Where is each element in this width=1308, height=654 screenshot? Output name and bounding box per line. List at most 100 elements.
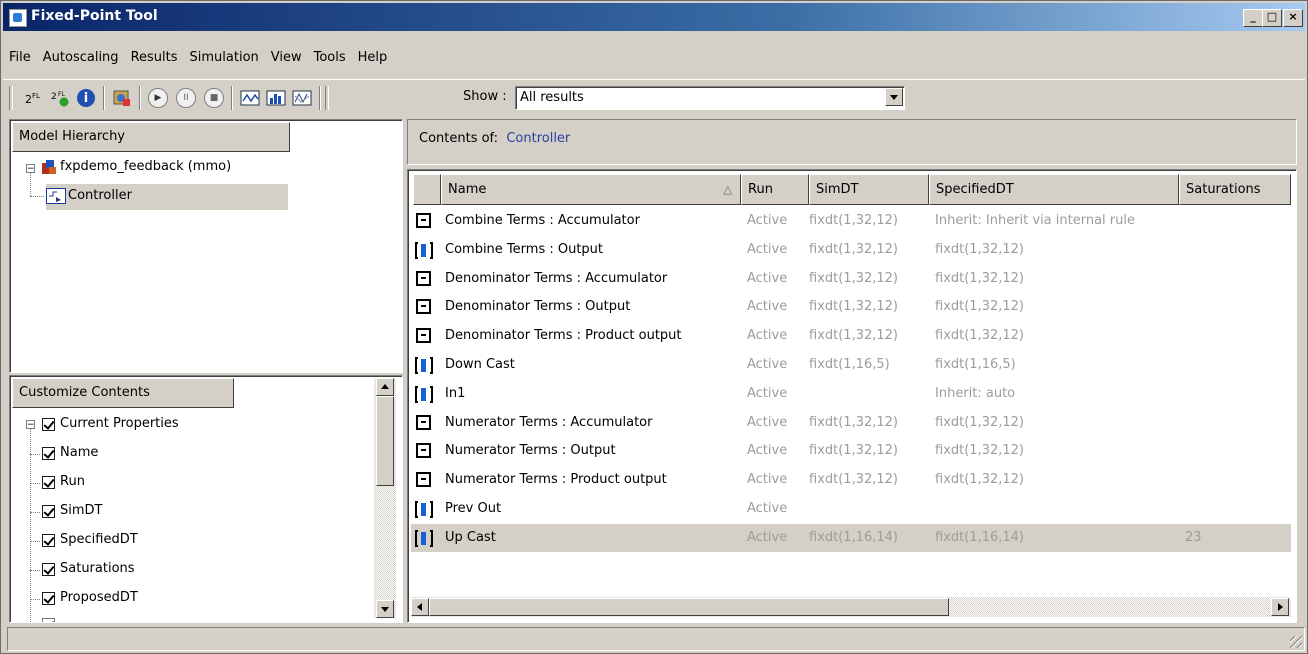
menu-simulation[interactable]: Simulation [184, 47, 265, 69]
toolbar-grip[interactable] [9, 86, 13, 110]
compare-plot-icon[interactable] [291, 87, 313, 109]
collapse-icon[interactable]: − [26, 420, 35, 430]
table-row[interactable]: Combine Terms : Accumulator Active fixdt(1… [411, 207, 1291, 235]
menu-help[interactable]: Help [352, 47, 394, 69]
specifieddt-column-checkbox[interactable] [42, 534, 55, 547]
tree-connector [30, 570, 40, 571]
scroll-thumb[interactable] [429, 598, 949, 616]
close-button[interactable]: × [1283, 9, 1303, 27]
start-simulation-icon[interactable]: ▶ [147, 87, 169, 109]
svg-text:2: 2 [25, 93, 32, 106]
histogram-plot-icon[interactable] [265, 87, 287, 109]
accumulator-icon [416, 213, 431, 228]
customize-contents-header: Customize Contents [12, 378, 234, 408]
table-row[interactable]: Denominator Terms : Output Active fixdt(1,… [411, 293, 1291, 321]
contents-label-text: Contents of: [419, 131, 499, 146]
menu-autoscaling[interactable]: Autoscaling [37, 47, 125, 69]
model-settings-icon[interactable] [111, 87, 133, 109]
chevron-down-icon[interactable] [885, 88, 903, 106]
scroll-right-button[interactable] [1271, 598, 1289, 616]
column-header-simdt[interactable]: SimDT [809, 174, 929, 205]
cell-specdt: Inherit: Inherit via internal rule [935, 213, 1135, 228]
tree-connector [30, 422, 31, 622]
column-header-name[interactable]: Name △ [441, 174, 741, 205]
menu-results[interactable]: Results [125, 47, 184, 69]
column-header-run[interactable]: Run [741, 174, 809, 205]
minimize-button[interactable]: _ [1243, 9, 1263, 27]
scroll-thumb[interactable] [376, 396, 394, 486]
pause-simulation-icon[interactable]: II [175, 87, 197, 109]
tree-item-controller[interactable]: Controller [46, 184, 288, 210]
accumulator-icon [416, 472, 431, 488]
run-column-checkbox[interactable] [42, 476, 55, 489]
toolbar-grip[interactable] [325, 86, 329, 110]
menu-tools[interactable]: Tools [308, 47, 352, 69]
saturations-column-checkbox[interactable] [42, 563, 55, 576]
show-results-value: All results [520, 90, 584, 105]
column-header-saturations[interactable]: Saturations [1179, 174, 1291, 205]
menu-file[interactable]: File [3, 47, 37, 69]
info-icon[interactable]: i [75, 87, 97, 109]
horizontal-scrollbar[interactable] [411, 597, 1291, 617]
table-row[interactable]: Denominator Terms : Accumulator Active fix… [411, 265, 1291, 293]
svg-text:FL: FL [32, 92, 40, 100]
svg-text:2: 2 [51, 92, 57, 102]
table-row[interactable]: Denominator Terms : Product output Active… [411, 322, 1291, 350]
stop-simulation-icon[interactable]: ■ [203, 87, 225, 109]
signal-icon [415, 241, 433, 260]
contents-target[interactable]: Controller [506, 131, 570, 146]
autoscale-2fl-icon[interactable]: 2 FL [23, 87, 45, 109]
table-row[interactable]: Down Cast Active fixdt(1,16,5) fixdt(1,16,5… [411, 351, 1291, 379]
table-row[interactable]: In1 Active Inherit: auto [411, 380, 1291, 408]
cell-name: Combine Terms : Accumulator [445, 213, 640, 228]
cell-specdt: fixdt(1,32,12) [935, 299, 1024, 315]
more-property-checkbox[interactable] [42, 618, 55, 622]
table-row[interactable]: Numerator Terms : Output Active fixdt(1,32… [411, 437, 1291, 465]
proposeddt-column-checkbox[interactable] [42, 592, 55, 605]
model-hierarchy-header: Model Hierarchy [12, 122, 290, 152]
cell-specdt: fixdt(1,16,5) [935, 357, 1016, 372]
vertical-scrollbar[interactable] [374, 378, 396, 618]
title-bar: Fixed-Point Tool _ □ × [3, 3, 1305, 31]
scroll-up-button[interactable] [376, 378, 394, 396]
simdt-column-checkbox[interactable] [42, 505, 55, 518]
cell-simdt: fixdt(1,32,12) [809, 299, 898, 315]
time-series-plot-icon[interactable] [239, 87, 261, 109]
cell-simdt: fixdt(1,32,12) [809, 270, 898, 286]
current-properties-label: Current Properties [60, 416, 179, 431]
accept-fl-icon[interactable]: 2 FL [49, 87, 71, 109]
signal-icon [415, 529, 433, 548]
show-results-dropdown[interactable]: All results [515, 86, 905, 110]
scroll-left-button[interactable] [411, 598, 429, 616]
app-icon [9, 9, 27, 27]
cell-name: Down Cast [445, 357, 515, 372]
table-row[interactable]: Up Cast Active fixdt(1,16,14) fixdt(1,16,14… [411, 523, 1291, 552]
scroll-down-button[interactable] [376, 600, 394, 618]
cell-name: Denominator Terms : Accumulator [445, 270, 668, 286]
tree-connector [30, 483, 40, 484]
cell-specdt: fixdt(1,32,12) [935, 443, 1024, 459]
table-row[interactable]: Prev Out Active [411, 495, 1291, 523]
cell-specdt: fixdt(1,16,14) [935, 529, 1024, 545]
cell-specdt: fixdt(1,32,12) [935, 270, 1024, 286]
column-header-icon[interactable] [413, 174, 441, 205]
property-item: SimDT [60, 503, 103, 518]
accumulator-icon [416, 328, 431, 344]
table-row[interactable]: Numerator Terms : Product output Active fi… [411, 466, 1291, 494]
model-root-label[interactable]: fxpdemo_feedback (mmo) [60, 159, 231, 174]
collapse-icon[interactable]: − [26, 164, 35, 174]
table-row[interactable]: Numerator Terms : Accumulator Active fixdt… [411, 409, 1291, 437]
menu-view[interactable]: View [265, 47, 308, 69]
tree-connector [30, 512, 40, 513]
maximize-button[interactable]: □ [1262, 9, 1282, 27]
accumulator-icon [416, 299, 431, 315]
name-column-checkbox[interactable] [42, 447, 55, 460]
tree-connector [30, 454, 40, 455]
cell-specdt: fixdt(1,32,12) [935, 414, 1024, 430]
cell-run: Active [747, 414, 788, 430]
column-header-specifieddt[interactable]: SpecifiedDT [929, 174, 1179, 205]
current-properties-checkbox[interactable] [42, 418, 55, 431]
resize-grip-icon[interactable] [1290, 636, 1302, 648]
property-item: ProposedDT [60, 590, 138, 605]
table-row[interactable]: Combine Terms : Output Active fixdt(1,32,1… [411, 236, 1291, 264]
